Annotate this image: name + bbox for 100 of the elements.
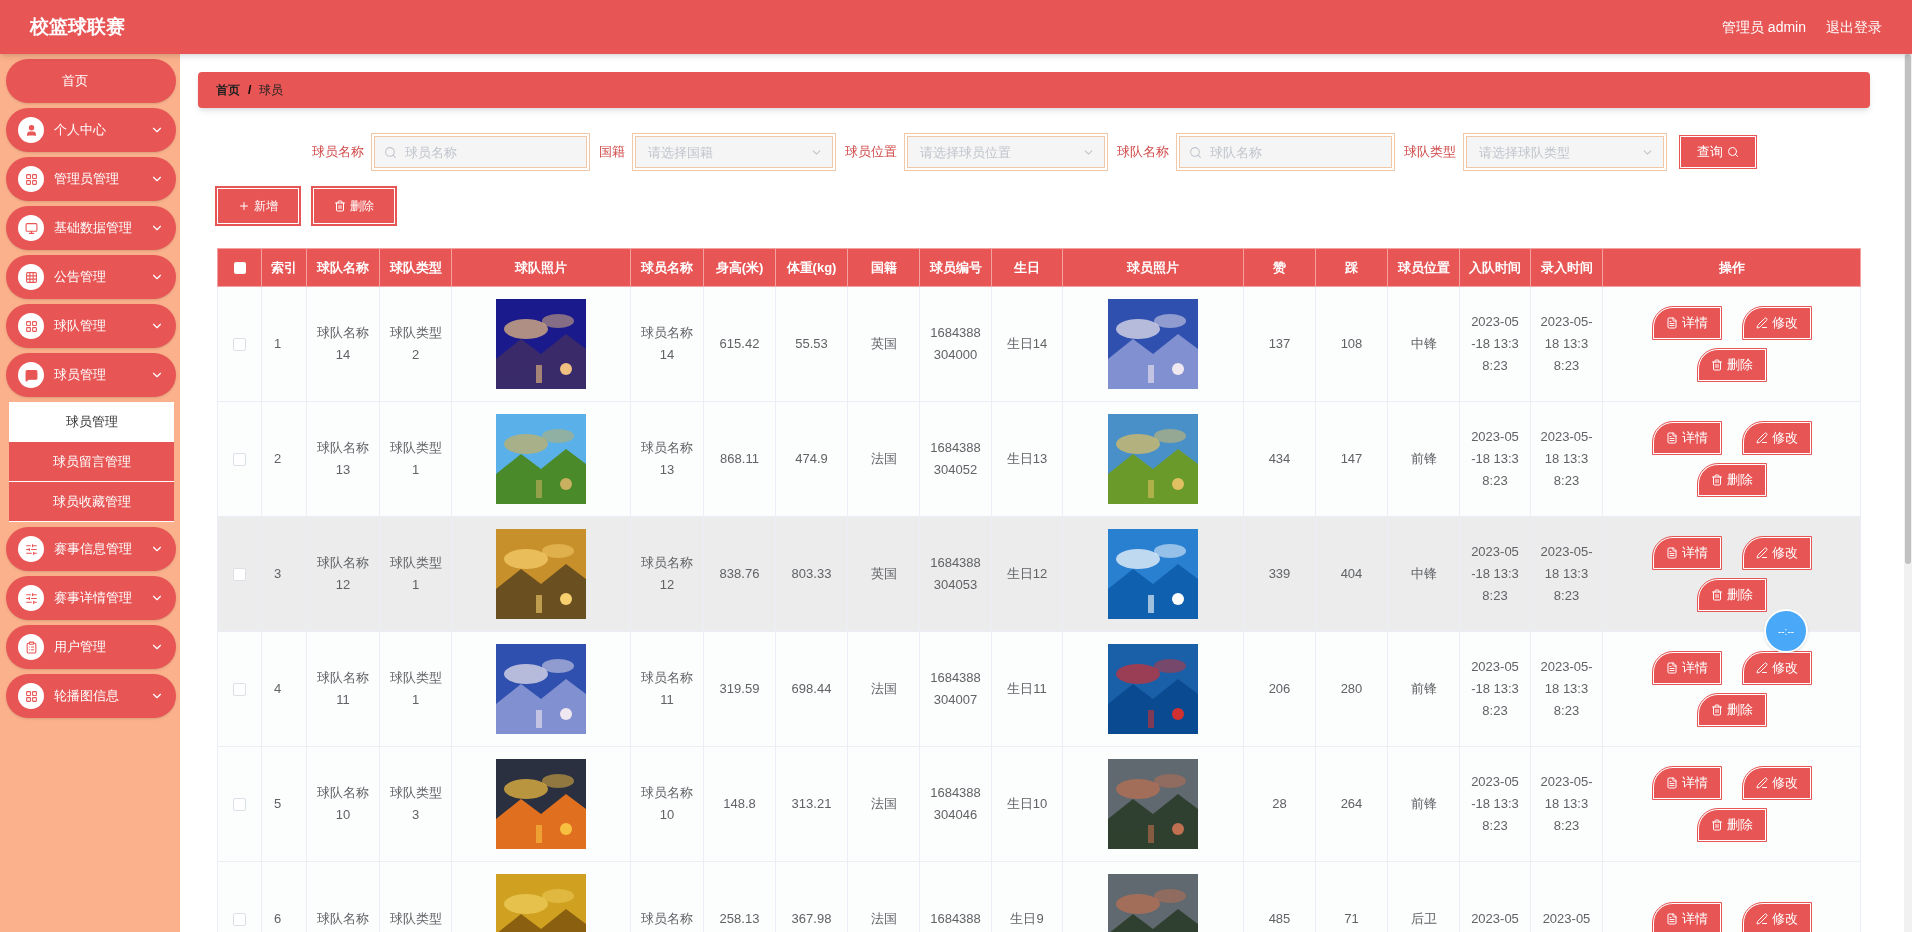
detail-button[interactable]: 详情	[1652, 767, 1721, 799]
search-icon	[1189, 146, 1202, 159]
sidebar-item[interactable]: 轮播图信息	[6, 674, 176, 718]
query-button[interactable]: 查询	[1680, 136, 1756, 168]
row-checkbox[interactable]	[233, 683, 246, 697]
sidebar-item[interactable]: 球队管理	[6, 304, 176, 348]
document-icon	[1665, 547, 1678, 559]
table-cell: 1684388304046	[930, 785, 981, 822]
table-cell: 前锋	[1410, 681, 1437, 696]
table-cell: 485	[1268, 911, 1291, 926]
table-cell: 生日14	[1006, 336, 1048, 351]
table-cell: 1684388304007	[930, 670, 981, 707]
delete-button[interactable]: 删除	[1697, 349, 1766, 381]
delete-button[interactable]: 删除	[1697, 464, 1766, 496]
table-cell: 2023-05-18 13:38:23	[1471, 314, 1519, 373]
table-cell: 2023-05	[1542, 911, 1591, 926]
table-cell: 球员名称	[641, 911, 693, 926]
trash-icon	[1710, 359, 1723, 371]
table-cell: 147	[1340, 451, 1363, 466]
pencil-icon	[1755, 913, 1768, 925]
row-checkbox[interactable]	[233, 913, 246, 927]
column-header: 球员编号	[929, 259, 982, 275]
table-cell: 367.98	[791, 911, 832, 926]
column-header: 球员位置	[1397, 259, 1450, 275]
row-checkbox[interactable]	[233, 568, 246, 582]
user-label: 管理员 admin	[1721, 17, 1806, 37]
edit-button[interactable]: 修改	[1742, 307, 1811, 339]
column-header: 球队名称	[317, 259, 369, 275]
trash-icon	[1710, 589, 1723, 601]
sidebar-item[interactable]: 赛事详情管理	[6, 576, 176, 620]
row-checkbox[interactable]	[233, 798, 246, 812]
detail-button[interactable]: 详情	[1652, 903, 1721, 932]
pencil-icon	[1755, 777, 1768, 789]
add-button[interactable]: 新增	[217, 188, 299, 224]
search-icon	[384, 146, 397, 159]
select-all-checkbox[interactable]	[233, 262, 246, 275]
table-cell: 313.21	[791, 796, 832, 811]
column-header: 体重(kg)	[786, 259, 837, 275]
document-icon	[1665, 913, 1678, 925]
filter-label: 球员位置	[845, 143, 897, 162]
edit-button[interactable]: 修改	[1742, 422, 1811, 454]
edit-button[interactable]: 修改	[1742, 903, 1811, 932]
table-cell: 球队类型1	[389, 555, 442, 592]
sidebar-item[interactable]: 个人中心	[6, 108, 176, 152]
table-cell: 球员名称12	[641, 555, 693, 592]
table-cell: 中锋	[1410, 566, 1437, 581]
column-header: 球员名称	[641, 259, 693, 275]
submenu-item[interactable]: 球员收藏管理	[9, 482, 174, 522]
table-cell: 生日11	[1007, 681, 1047, 696]
table-cell: 球队名称14	[317, 325, 369, 362]
row-checkbox[interactable]	[233, 453, 246, 467]
table-cell: 生日9	[1010, 911, 1044, 926]
edit-button[interactable]: 修改	[1742, 652, 1811, 684]
table-cell: 生日12	[1006, 566, 1048, 581]
trash-icon	[1710, 474, 1723, 486]
column-header: 赞	[1273, 259, 1286, 275]
edit-button[interactable]: 修改	[1742, 537, 1811, 569]
table-cell: 615.42	[719, 336, 760, 351]
table-cell: 868.11	[720, 451, 759, 466]
delete-button[interactable]: 删除	[313, 188, 395, 224]
sliders-icon	[18, 536, 44, 562]
column-header: 踩	[1345, 259, 1358, 275]
table-cell: 球队类型2	[389, 325, 442, 362]
row-checkbox[interactable]	[233, 338, 246, 352]
sidebar-item[interactable]: 管理员管理	[6, 157, 176, 201]
delete-button[interactable]: 删除	[1697, 809, 1766, 841]
grid-icon	[18, 166, 44, 192]
table-cell: 2023-05-18 13:38:23	[1540, 429, 1593, 488]
sidebar-item[interactable]: 基础数据管理	[6, 206, 176, 250]
table-cell: 法国	[870, 681, 897, 696]
submenu-item[interactable]: 球员留言管理	[9, 442, 174, 482]
sliders-icon	[18, 585, 44, 611]
column-header: 身高(米)	[715, 259, 764, 275]
submenu-item[interactable]: 球员管理	[9, 402, 174, 442]
delete-button[interactable]: 删除	[1697, 579, 1766, 611]
detail-button[interactable]: 详情	[1652, 537, 1721, 569]
detail-button[interactable]: 详情	[1652, 652, 1721, 684]
sidebar-item[interactable]: 用户管理	[6, 625, 176, 669]
detail-button[interactable]: 详情	[1652, 422, 1721, 454]
sidebar-item[interactable]: 公告管理	[6, 255, 176, 299]
table-cell: 474.9	[795, 451, 828, 466]
table-cell: 280	[1340, 681, 1363, 696]
sidebar-item[interactable]: 球员管理	[6, 353, 176, 397]
table-cell: 1684388304053	[930, 555, 981, 592]
logout-link[interactable]: 退出登录	[1826, 16, 1882, 38]
table-cell: 2	[274, 451, 282, 467]
table-cell: 258.13	[719, 911, 760, 926]
edit-button[interactable]: 修改	[1742, 767, 1811, 799]
sidebar-item[interactable]: 首页	[6, 59, 176, 103]
table-cell: 2023-05-18 13:38:23	[1471, 429, 1519, 488]
table-cell: 1684388	[930, 911, 981, 926]
table-cell: 球员名称11	[641, 670, 693, 707]
table-cell: 中锋	[1410, 336, 1437, 351]
table-cell: 2023-05-18 13:38:23	[1540, 659, 1593, 718]
delete-button[interactable]: 删除	[1697, 694, 1766, 726]
table-cell: 英国	[870, 336, 897, 351]
detail-button[interactable]: 详情	[1652, 307, 1721, 339]
table-cell: 生日13	[1006, 451, 1048, 466]
breadcrumb-item[interactable]: 首页	[216, 81, 240, 99]
sidebar-item[interactable]: 赛事信息管理	[6, 527, 176, 571]
